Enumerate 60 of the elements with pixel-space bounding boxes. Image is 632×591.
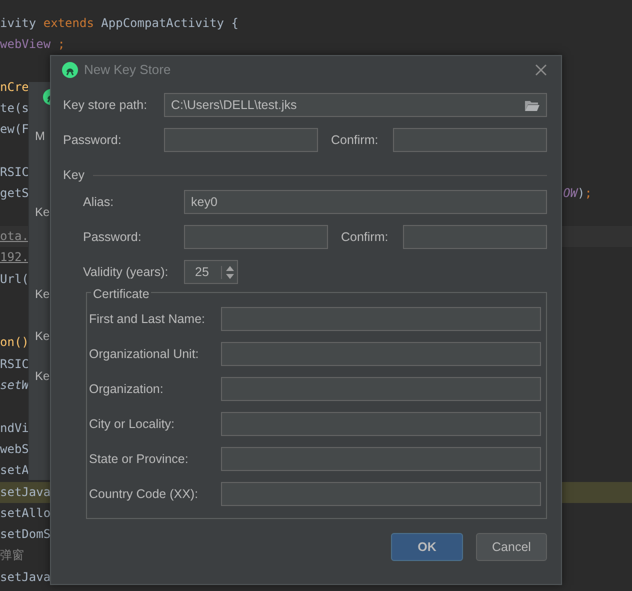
code-text: RSIC	[0, 356, 29, 373]
field-label: Confirm:	[341, 228, 390, 246]
code-text: OW);	[563, 185, 593, 202]
field-label: State or Province:	[89, 450, 190, 468]
field-label: Country Code (XX):	[89, 486, 200, 503]
input-field[interactable]	[221, 447, 541, 471]
code-text: ivity extends AppCompatActivity {	[0, 15, 238, 32]
field-label: Confirm:	[331, 132, 380, 149]
dialog-label: Ke	[35, 204, 50, 221]
code-text: nCre	[0, 78, 29, 96]
input-field[interactable]	[184, 225, 328, 249]
code-text: webView ;	[0, 36, 66, 54]
code-text: ota.	[0, 228, 29, 245]
code-text: ndVi	[0, 420, 29, 437]
code-text: ew(F	[0, 121, 29, 138]
number-spinner[interactable]: 25	[184, 260, 238, 284]
input-field[interactable]	[221, 377, 541, 401]
input-field[interactable]: key0	[184, 190, 547, 214]
android-icon	[62, 62, 78, 78]
code-text: on()	[0, 334, 29, 352]
dialog-label: Ke	[35, 368, 50, 385]
field-label: Key store path:	[63, 96, 148, 114]
code-text: Url(	[0, 270, 29, 288]
section-title: Key	[63, 166, 85, 184]
dialog-label: Ke	[35, 286, 50, 303]
folder-icon[interactable]	[524, 98, 540, 112]
field-label: First and Last Name:	[89, 310, 206, 328]
input-field[interactable]	[403, 225, 547, 249]
code-text: setJava	[0, 568, 51, 586]
input-field[interactable]	[221, 307, 541, 331]
code-text: 192.	[0, 249, 29, 266]
code-text: setA	[0, 462, 29, 480]
ok-button[interactable]: OK	[391, 533, 463, 561]
code-text: RSIC	[0, 164, 29, 182]
field-label: Organization:	[89, 380, 164, 398]
input-field[interactable]	[221, 342, 541, 366]
field-label: City or Locality:	[89, 416, 176, 433]
input-field[interactable]	[221, 412, 541, 436]
window-title: New Key Store	[84, 60, 171, 79]
field-label: Password:	[83, 228, 142, 246]
code-text: setAllo	[0, 504, 51, 522]
close-button[interactable]	[533, 62, 549, 78]
field-label: Password:	[63, 132, 122, 149]
code-text: webS	[0, 440, 29, 458]
code-text: te(s	[0, 100, 29, 118]
field-label: Alias:	[83, 194, 115, 211]
path-field[interactable]: C:\Users\DELL\test.jks	[164, 93, 547, 117]
dialog-label: M	[35, 128, 45, 145]
code-text: 弹窗	[0, 547, 24, 564]
input-field[interactable]	[393, 128, 547, 152]
code-text: getS	[0, 185, 29, 202]
code-text: setJava	[0, 484, 51, 501]
code-text: setDomS	[0, 526, 51, 544]
field-label: Validity (years):	[83, 264, 170, 281]
input-field[interactable]	[164, 128, 318, 152]
dialog-label: Ke	[35, 328, 50, 345]
code-text: setW	[0, 377, 29, 394]
cancel-button[interactable]: Cancel	[476, 533, 547, 561]
field-label: Organizational Unit:	[89, 346, 200, 363]
input-field[interactable]	[221, 482, 541, 506]
